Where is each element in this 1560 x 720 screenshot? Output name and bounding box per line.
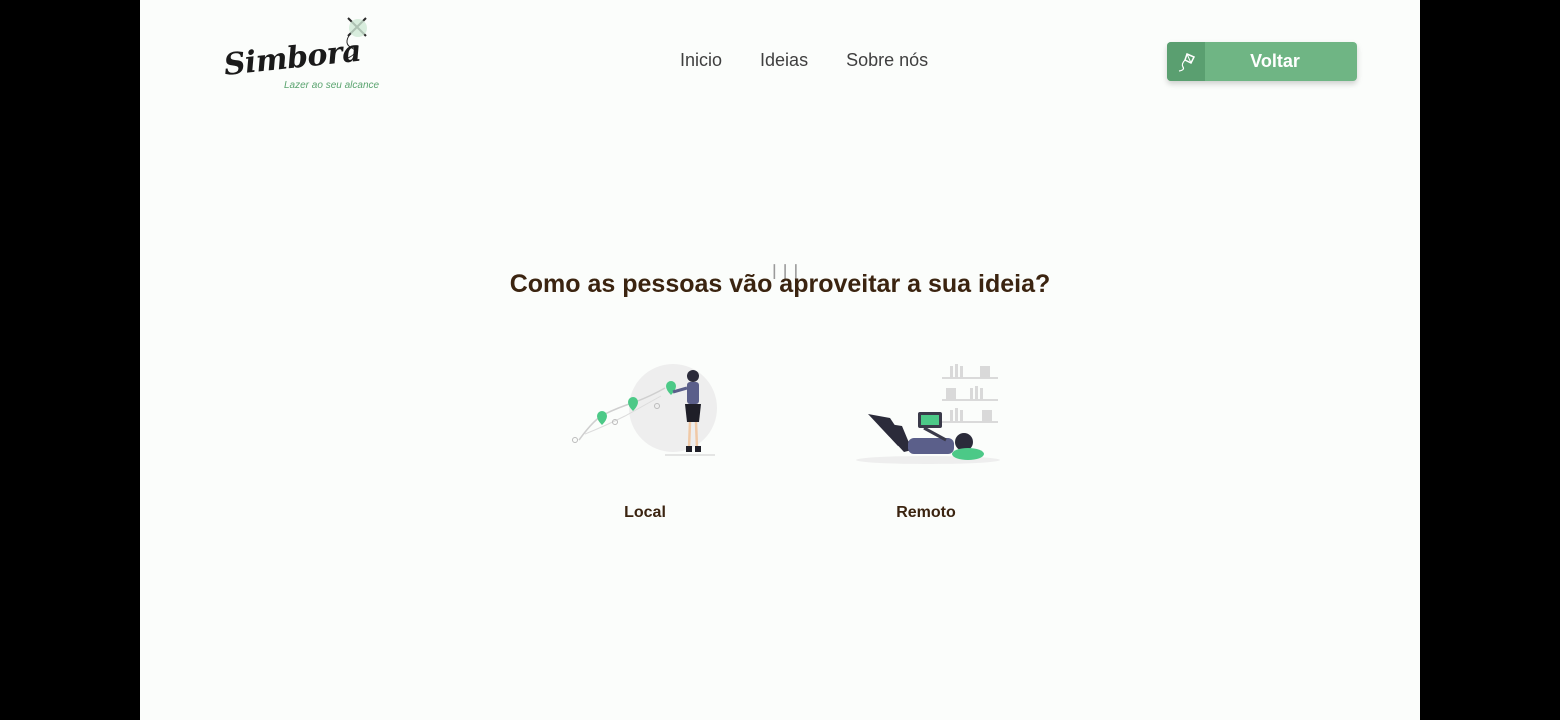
page-title: Como as pessoas vão aproveitar a sua ide…	[509, 270, 1051, 298]
back-button-label: Voltar	[1250, 51, 1300, 71]
back-button[interactable]: Voltar	[1167, 42, 1357, 81]
page: Simbora Lazer ao seu alcance Inicio Idei…	[140, 0, 1420, 720]
option-local[interactable]: Local	[565, 356, 725, 522]
logo-wordmark: Simbora	[222, 33, 363, 83]
main-nav: Inicio Ideias Sobre nós	[680, 50, 928, 71]
nav-item-sobre-nos[interactable]: Sobre nós	[846, 50, 928, 71]
map-pins-woman-illustration	[572, 364, 717, 456]
nav-item-inicio[interactable]: Inicio	[680, 50, 722, 71]
option-label-local: Local	[624, 504, 666, 521]
person-laptop-illustration	[856, 364, 1000, 464]
logo-tagline: Lazer ao seu alcance	[284, 80, 380, 91]
logo[interactable]: Simbora Lazer ao seu alcance	[220, 14, 390, 100]
kite-icon	[1167, 42, 1205, 81]
nav-item-ideias[interactable]: Ideias	[760, 50, 808, 71]
option-label-remoto: Remoto	[896, 504, 956, 521]
option-remoto[interactable]: Remoto	[846, 356, 1006, 522]
